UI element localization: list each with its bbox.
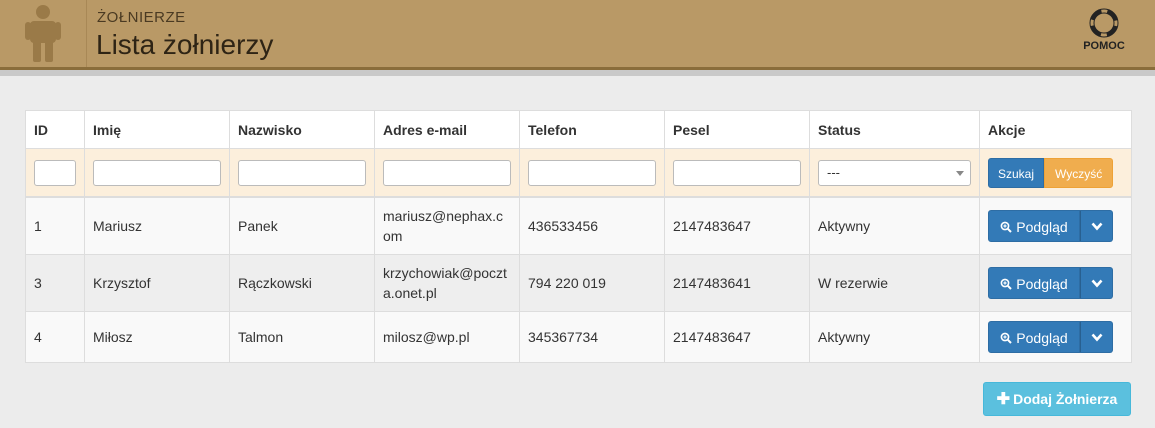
- cell-id: 1: [25, 196, 85, 255]
- table-header-row: ID Imię Nazwisko Adres e-mail Telefon Pe…: [25, 110, 1132, 149]
- view-dropdown-toggle[interactable]: [1080, 210, 1113, 242]
- filter-status-select[interactable]: ---: [818, 159, 971, 186]
- cell-status: Aktywny: [809, 196, 980, 255]
- lifebuoy-icon: [1089, 8, 1119, 38]
- search-button[interactable]: Szukaj: [988, 157, 1045, 188]
- column-header-id[interactable]: ID: [25, 110, 85, 149]
- cell-id: 4: [25, 311, 85, 363]
- cell-last-name: Panek: [229, 196, 375, 255]
- email-line-1: krzychowiak@poczt: [383, 265, 507, 281]
- cell-pesel: 2147483647: [664, 311, 810, 363]
- cell-email: krzychowiak@poczt a.onet.pl: [374, 254, 520, 312]
- filter-id-input[interactable]: [34, 159, 76, 186]
- cell-first-name: Krzysztof: [84, 254, 230, 312]
- cell-status: W rezerwie: [809, 254, 980, 312]
- filter-button-group: Szukaj Wyczyść: [988, 157, 1123, 188]
- zoom-in-icon: [1000, 332, 1013, 344]
- clear-button[interactable]: Wyczyść: [1044, 157, 1114, 188]
- column-header-last-name[interactable]: Nazwisko: [229, 110, 375, 149]
- chevron-down-icon: [1091, 222, 1103, 231]
- view-button[interactable]: Podgląd: [988, 321, 1080, 353]
- filter-email-input[interactable]: [383, 159, 511, 186]
- add-soldier-button[interactable]: ✚ Dodaj Żołnierza: [983, 382, 1131, 416]
- view-button-label: Podgląd: [1016, 276, 1068, 292]
- view-button-group: Podgląd: [988, 267, 1113, 299]
- header-shadow: [0, 70, 1155, 76]
- column-header-actions: Akcje: [979, 110, 1132, 149]
- cell-pesel: 2147483641: [664, 254, 810, 312]
- app-header: ŻOŁNIERZE Lista żołnierzy POMOC: [0, 0, 1155, 70]
- cell-phone: 345367734: [519, 311, 665, 363]
- cell-last-name: Rączkowski: [229, 254, 375, 312]
- cell-status: Aktywny: [809, 311, 980, 363]
- zoom-in-icon: [1000, 221, 1013, 233]
- email-line-1: mariusz@nephax.c: [383, 208, 504, 224]
- view-dropdown-toggle[interactable]: [1080, 321, 1113, 353]
- page-title: Lista żołnierzy: [96, 29, 274, 60]
- cell-id: 3: [25, 254, 85, 312]
- view-button-group: Podgląd: [988, 321, 1113, 353]
- column-header-email[interactable]: Adres e-mail: [374, 110, 520, 149]
- caret-down-icon: [956, 170, 964, 176]
- filter-row: --- Szukaj Wyczyść: [25, 148, 1132, 198]
- zoom-in-icon: [1000, 278, 1013, 290]
- plus-icon: ✚: [996, 391, 1011, 408]
- help-label: POMOC: [1083, 40, 1125, 52]
- soldier-icon: [0, 0, 87, 67]
- column-header-first-name[interactable]: Imię: [84, 110, 230, 149]
- table-row: 1 Mariusz Panek mariusz@nephax.c om 43653…: [25, 196, 1132, 255]
- filter-first-name-input[interactable]: [93, 159, 221, 186]
- filter-status-value: ---: [827, 164, 840, 180]
- cell-phone: 794 220 019: [519, 254, 665, 312]
- table-row: 3 Krzysztof Rączkowski krzychowiak@poczt…: [25, 254, 1132, 312]
- view-button[interactable]: Podgląd: [988, 267, 1080, 299]
- view-button[interactable]: Podgląd: [988, 210, 1080, 242]
- cell-phone: 436533456: [519, 196, 665, 255]
- view-button-label: Podgląd: [1016, 219, 1068, 235]
- cell-last-name: Talmon: [229, 311, 375, 363]
- email-line-2: a.onet.pl: [383, 285, 437, 301]
- email-line-2: om: [383, 228, 403, 244]
- view-button-label: Podgląd: [1016, 330, 1068, 346]
- view-dropdown-toggle[interactable]: [1080, 267, 1113, 299]
- cell-email: mariusz@nephax.c om: [374, 196, 520, 255]
- column-header-phone[interactable]: Telefon: [519, 110, 665, 149]
- soldiers-table: ID Imię Nazwisko Adres e-mail Telefon Pe…: [25, 110, 1132, 363]
- filter-last-name-input[interactable]: [238, 159, 366, 186]
- table-row: 4 Miłosz Talmon milosz@wp.pl 345367734 2…: [25, 311, 1132, 363]
- section-subtitle: ŻOŁNIERZE: [97, 9, 186, 26]
- add-soldier-label: Dodaj Żołnierza: [1013, 391, 1118, 407]
- view-button-group: Podgląd: [988, 210, 1113, 242]
- help-button[interactable]: POMOC: [1076, 8, 1132, 58]
- cell-pesel: 2147483647: [664, 196, 810, 255]
- cell-first-name: Mariusz: [84, 196, 230, 255]
- filter-pesel-input[interactable]: [673, 159, 801, 186]
- column-header-status[interactable]: Status: [809, 110, 980, 149]
- chevron-down-icon: [1091, 279, 1103, 288]
- cell-first-name: Miłosz: [84, 311, 230, 363]
- column-header-pesel[interactable]: Pesel: [664, 110, 810, 149]
- cell-email: milosz@wp.pl: [374, 311, 520, 363]
- filter-phone-input[interactable]: [528, 159, 656, 186]
- chevron-down-icon: [1091, 333, 1103, 342]
